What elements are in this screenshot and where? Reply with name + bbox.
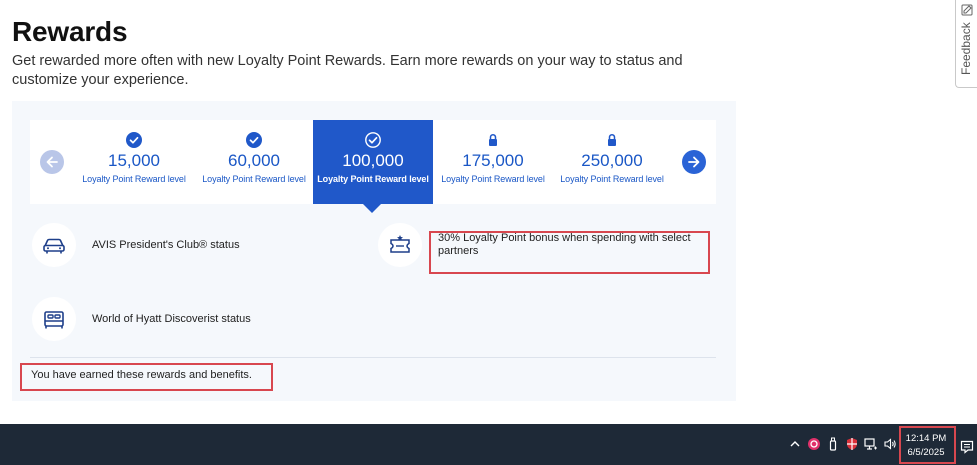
panel-divider bbox=[30, 357, 716, 358]
carousel-prev-button[interactable] bbox=[40, 150, 64, 174]
windows-taskbar bbox=[0, 424, 977, 465]
feedback-tab[interactable]: Feedback bbox=[955, 0, 977, 88]
chevron-up-icon[interactable] bbox=[788, 437, 802, 451]
carousel-next-button[interactable] bbox=[682, 150, 706, 174]
notification-center-icon[interactable] bbox=[960, 440, 974, 454]
level-amount: 15,000 bbox=[108, 151, 160, 170]
benefit-avis: AVIS President's Club® status bbox=[32, 223, 240, 267]
ticket-icon bbox=[390, 235, 410, 253]
bed-icon bbox=[44, 311, 64, 329]
app-tray-icon[interactable] bbox=[807, 437, 821, 451]
feedback-icon bbox=[961, 4, 973, 16]
arrow-right-icon bbox=[688, 156, 700, 168]
feedback-label: Feedback bbox=[959, 22, 973, 75]
lock-icon bbox=[608, 133, 616, 146]
usb-icon[interactable] bbox=[826, 437, 840, 451]
level-amount: 175,000 bbox=[462, 151, 524, 170]
volume-icon[interactable] bbox=[883, 437, 897, 451]
check-circle-icon bbox=[365, 132, 381, 148]
selected-level-pointer bbox=[363, 204, 381, 213]
reward-level-100000[interactable]: 100,000 Loyalty Point Reward level bbox=[313, 120, 433, 204]
benefit-hyatt: World of Hyatt Discoverist status bbox=[32, 297, 251, 341]
level-amount: 250,000 bbox=[581, 151, 643, 170]
level-label: Loyalty Point Reward level bbox=[560, 174, 664, 184]
level-label: Loyalty Point Reward level bbox=[82, 174, 186, 184]
benefit-icon-circle bbox=[32, 297, 76, 341]
highlight-box-clock bbox=[899, 426, 956, 464]
benefit-text: World of Hyatt Discoverist status bbox=[92, 312, 251, 325]
level-label: Loyalty Point Reward level bbox=[317, 174, 429, 184]
reward-level-60000[interactable]: 60,000 Loyalty Point Reward level bbox=[194, 120, 314, 204]
reward-level-15000[interactable]: 15,000 Loyalty Point Reward level bbox=[74, 120, 194, 204]
lock-icon bbox=[489, 133, 497, 146]
car-icon bbox=[43, 238, 65, 254]
benefit-icon-circle bbox=[32, 223, 76, 267]
highlight-box-earned-note bbox=[20, 363, 273, 391]
check-circle-icon bbox=[126, 132, 142, 148]
level-amount: 100,000 bbox=[342, 151, 404, 170]
level-label: Loyalty Point Reward level bbox=[202, 174, 306, 184]
benefit-text: AVIS President's Club® status bbox=[92, 238, 240, 251]
benefit-icon-circle bbox=[378, 223, 422, 267]
check-circle-icon bbox=[246, 132, 262, 148]
rewards-page: Rewards Get rewarded more often with new… bbox=[0, 0, 977, 465]
highlight-box-partner-bonus bbox=[429, 231, 710, 274]
arrow-left-icon bbox=[46, 156, 58, 168]
level-amount: 60,000 bbox=[228, 151, 280, 170]
level-label: Loyalty Point Reward level bbox=[441, 174, 545, 184]
page-subtitle: Get rewarded more often with new Loyalty… bbox=[12, 53, 683, 88]
reward-level-carousel: 15,000 Loyalty Point Reward level 60,000… bbox=[30, 120, 716, 204]
network-icon[interactable] bbox=[864, 437, 878, 451]
reward-level-175000[interactable]: 175,000 Loyalty Point Reward level bbox=[433, 120, 553, 204]
page-title: Rewards bbox=[12, 16, 128, 47]
reward-level-250000[interactable]: 250,000 Loyalty Point Reward level bbox=[552, 120, 672, 204]
security-shield-icon[interactable] bbox=[845, 437, 859, 451]
